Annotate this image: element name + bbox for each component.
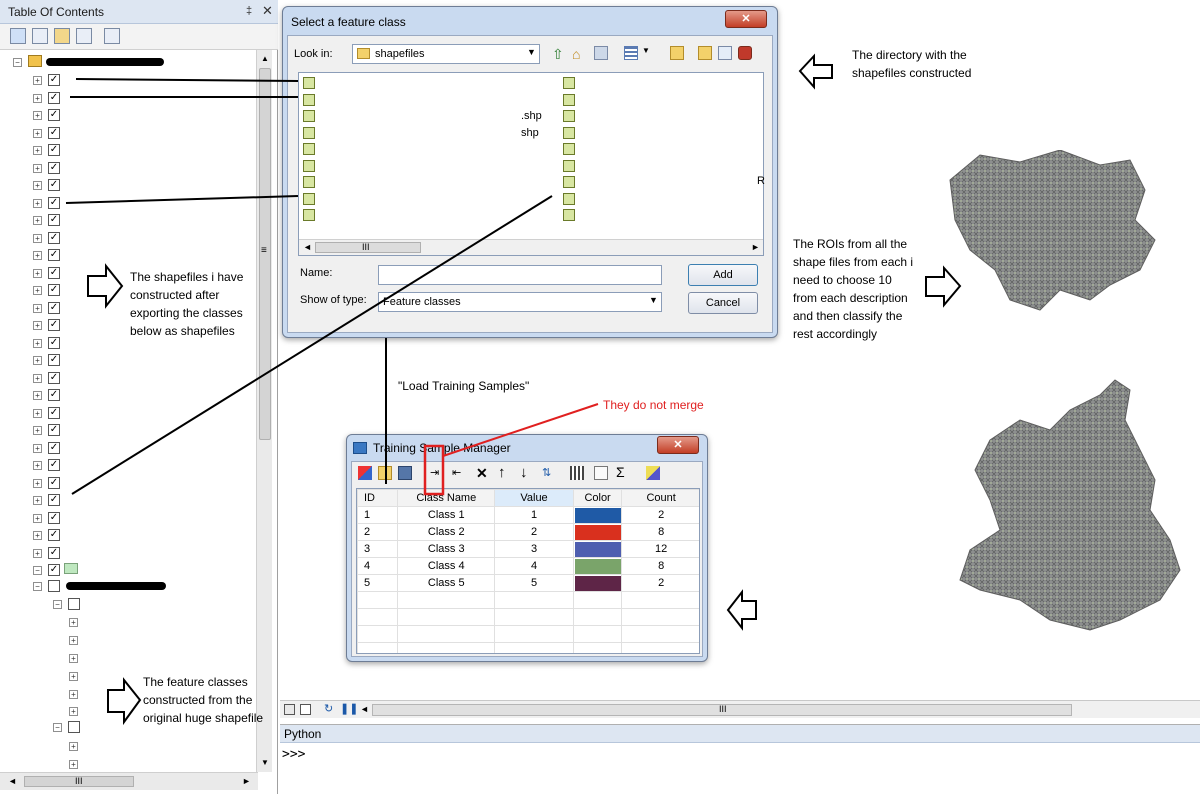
red-pointer-line: [442, 403, 599, 457]
annotation-feature-classes: The feature classes constructed from the…: [143, 675, 264, 725]
arrow-right-shapefiles: [87, 263, 124, 309]
annotation-rois: The ROIs from all the shape files from e…: [793, 237, 914, 341]
annotation-load-training: "Load Training Samples": [398, 379, 530, 393]
connector-line: [65, 195, 299, 204]
connector-line: [71, 195, 553, 495]
arrow-right-rois: [925, 265, 962, 308]
merge-highlight-box: [423, 444, 445, 496]
connector-line: [75, 78, 299, 82]
arrow-left-directory: [798, 53, 833, 90]
annotation-no-merge: They do not merge: [603, 398, 704, 412]
annotation-directory: The directory with the shapefiles constr…: [852, 48, 972, 80]
arrow-right-feature-classes: [107, 677, 142, 726]
annotation-shapefiles: The shapefiles i have constructed after …: [130, 270, 244, 338]
arrow-left-training: [726, 589, 757, 631]
